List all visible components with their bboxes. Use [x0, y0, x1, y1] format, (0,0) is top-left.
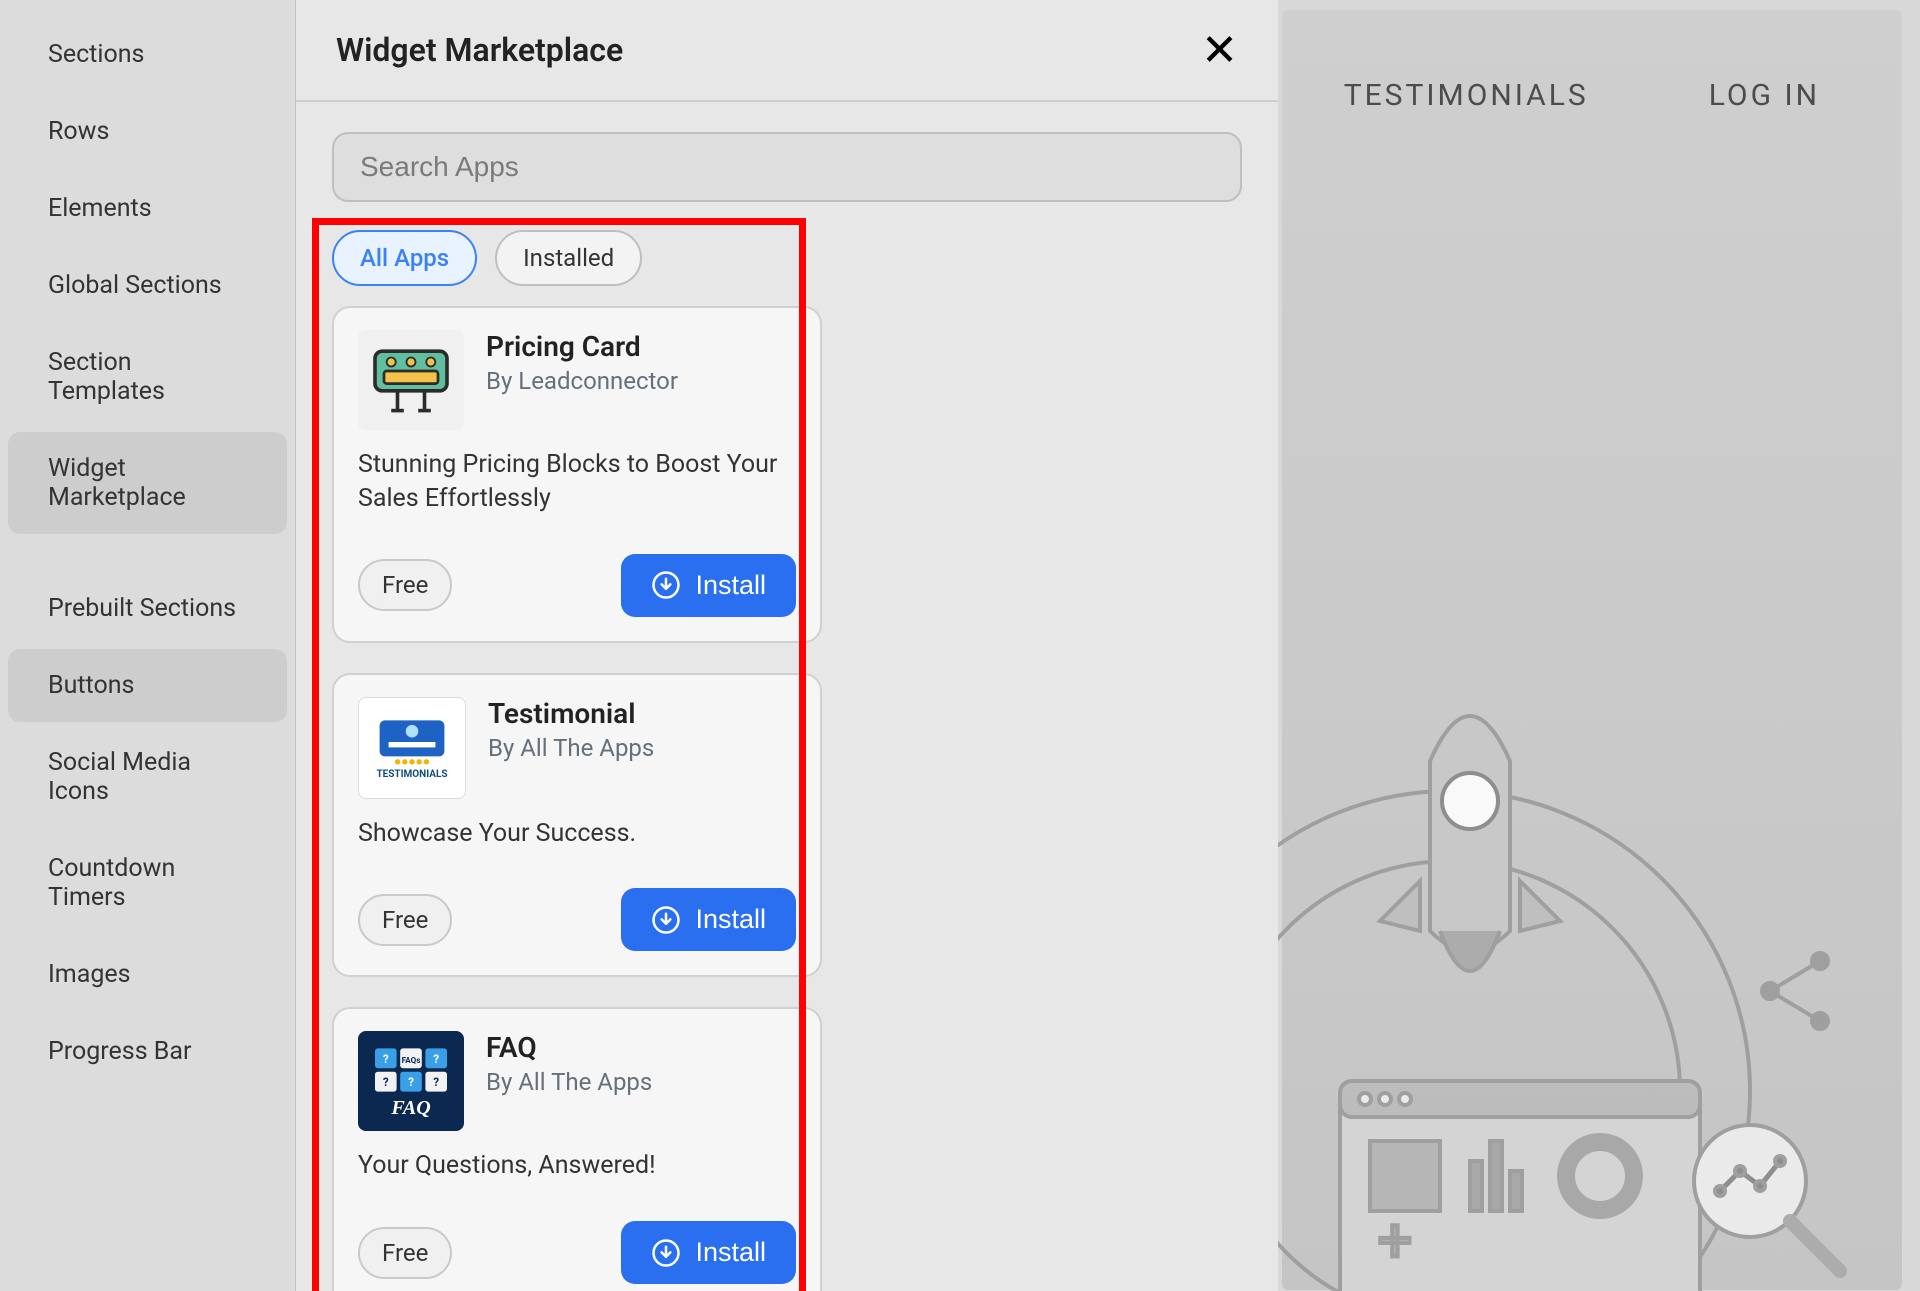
app-description: Showcase Your Success. — [358, 817, 796, 851]
panel-title: Widget Marketplace — [336, 31, 623, 69]
app-author: By All The Apps — [488, 734, 654, 762]
panel-header: Widget Marketplace ✕ — [296, 0, 1278, 102]
filter-row: All Apps Installed — [296, 220, 1278, 306]
sidebar-item-prebuilt[interactable]: Prebuilt Sections — [8, 572, 287, 645]
app-title: Testimonial — [488, 697, 654, 730]
filter-all-apps[interactable]: All Apps — [332, 230, 477, 286]
svg-text:FAQs: FAQs — [402, 1055, 421, 1065]
sidebar-label: Elements — [48, 194, 152, 223]
sidebar: Sections Rows Elements Global Sections S… — [0, 0, 295, 1291]
app-description: Your Questions, Answered! — [358, 1149, 796, 1183]
sidebar-label: Widget Marketplace — [48, 454, 186, 512]
sidebar-label: Countdown Timers — [48, 854, 175, 912]
sidebar-item-sections[interactable]: Sections — [8, 18, 287, 91]
marketplace-panel: Widget Marketplace ✕ All Apps Installed — [295, 0, 1278, 1291]
app-card-testimonial[interactable]: TESTIMONIALS Testimonial By All The Apps… — [332, 673, 822, 978]
app-card-pricing[interactable]: Pricing Card By Leadconnector Stunning P… — [332, 306, 822, 643]
install-label: Install — [695, 570, 766, 601]
sidebar-item-widgetmarketplace[interactable]: Widget Marketplace — [8, 432, 287, 534]
search-wrap — [296, 102, 1278, 220]
sidebar-item-globalsections[interactable]: Global Sections — [8, 249, 287, 322]
sidebar-item-sectiontemplates[interactable]: Section Templates — [8, 326, 287, 428]
preview-nav-login[interactable]: LOG IN — [1709, 78, 1820, 113]
price-badge: Free — [358, 894, 452, 946]
thumb-caption: TESTIMONIALS — [376, 769, 447, 780]
app-title: FAQ — [486, 1031, 652, 1064]
sidebar-item-countdown[interactable]: Countdown Timers — [8, 832, 287, 934]
sidebar-label: Rows — [48, 117, 109, 146]
svg-text:+: + — [1378, 1205, 1412, 1276]
sidebar-divider — [0, 538, 295, 568]
app-author: By All The Apps — [486, 1068, 652, 1096]
svg-text:?: ? — [383, 1052, 389, 1066]
sidebar-label: Section Templates — [48, 348, 165, 406]
svg-text:?: ? — [433, 1075, 439, 1089]
sidebar-label: Social Media Icons — [48, 748, 191, 806]
install-button[interactable]: Install — [621, 554, 796, 617]
download-icon — [651, 1238, 681, 1268]
price-badge: Free — [358, 1227, 452, 1279]
price-badge: Free — [358, 559, 452, 611]
app-thumb-icon: TESTIMONIALS — [358, 697, 466, 799]
app-title: Pricing Card — [486, 330, 678, 363]
app-description: Stunning Pricing Blocks to Boost Your Sa… — [358, 448, 796, 516]
sidebar-label: Images — [48, 960, 131, 989]
sidebar-label: Progress Bar — [48, 1037, 191, 1066]
thumb-caption: FAQ — [391, 1097, 430, 1120]
app-card-faq[interactable]: ? FAQs ? ? ? ? FAQ FAQ By All The Apps Y… — [332, 1007, 822, 1291]
sidebar-label: Prebuilt Sections — [48, 594, 236, 623]
sidebar-item-socialmedia[interactable]: Social Media Icons — [8, 726, 287, 828]
app-list: Pricing Card By Leadconnector Stunning P… — [296, 306, 858, 1291]
install-button[interactable]: Install — [621, 888, 796, 951]
sidebar-item-buttons[interactable]: Buttons — [8, 649, 287, 722]
download-icon — [651, 905, 681, 935]
preview-illustration: + — [1190, 611, 1890, 1291]
sidebar-item-rows[interactable]: Rows — [8, 95, 287, 168]
app-thumb-icon: ? FAQs ? ? ? ? FAQ — [358, 1031, 464, 1131]
sidebar-label: Global Sections — [48, 271, 222, 300]
svg-text:?: ? — [383, 1075, 389, 1089]
sidebar-item-progressbar[interactable]: Progress Bar — [8, 1015, 287, 1088]
close-icon[interactable]: ✕ — [1201, 28, 1238, 72]
download-icon — [651, 570, 681, 600]
search-input[interactable] — [332, 132, 1242, 202]
filter-installed[interactable]: Installed — [495, 230, 642, 286]
sidebar-item-elements[interactable]: Elements — [8, 172, 287, 245]
app-author: By Leadconnector — [486, 367, 678, 395]
sidebar-item-images[interactable]: Images — [8, 938, 287, 1011]
svg-text:?: ? — [408, 1075, 414, 1089]
svg-text:?: ? — [433, 1052, 439, 1066]
install-label: Install — [695, 1237, 766, 1268]
preview-nav: TESTIMONIALS LOG IN — [1344, 78, 1820, 113]
app-thumb-icon — [358, 330, 464, 430]
sidebar-label: Buttons — [48, 671, 134, 700]
install-label: Install — [695, 904, 766, 935]
sidebar-label: Sections — [48, 40, 144, 69]
install-button[interactable]: Install — [621, 1221, 796, 1284]
preview-nav-testimonials[interactable]: TESTIMONIALS — [1344, 78, 1589, 113]
